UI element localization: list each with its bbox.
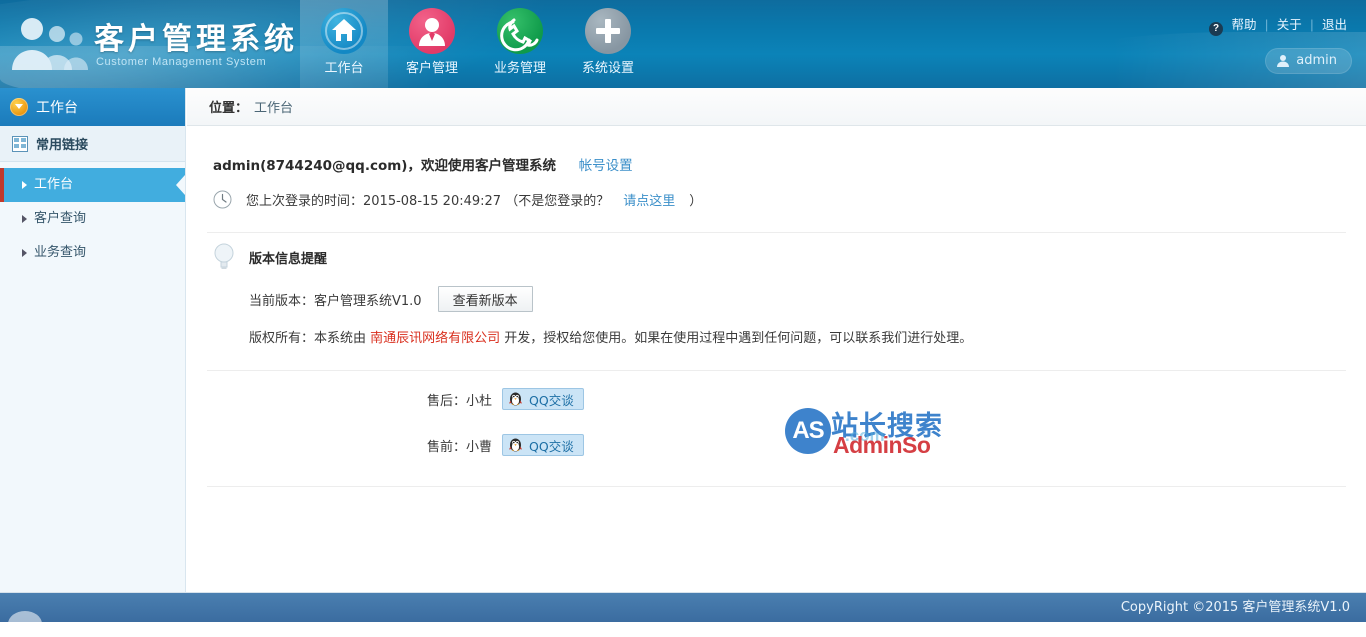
- qq-penguin-icon: [509, 438, 523, 452]
- nav-item-settings[interactable]: 系统设置: [564, 0, 652, 88]
- help-link[interactable]: 帮助: [1227, 17, 1262, 32]
- main-nav: 工作台 客户管理 业务管理 系统设置: [300, 0, 652, 88]
- logout-link[interactable]: 退出: [1317, 17, 1352, 32]
- support-label: 售后：小杜: [427, 393, 493, 409]
- watermark-domain: .com: [845, 426, 885, 445]
- version-heading: 版本信息提醒: [249, 252, 328, 267]
- check-new-version-button[interactable]: 查看新版本: [437, 286, 533, 312]
- welcome-row: admin(8744240@qq.com)，欢迎使用客户管理系统 帐号设置: [213, 154, 633, 174]
- app-subtitle: Customer Management System: [96, 56, 267, 68]
- qq-chat-button[interactable]: QQ交谈: [502, 388, 584, 410]
- sidebar-item-business-query[interactable]: 业务查询: [0, 236, 185, 270]
- people-logo-icon: [12, 18, 88, 70]
- watermark-logo: AS: [785, 408, 831, 454]
- clock-icon: [213, 190, 232, 209]
- link-separator: |: [1310, 18, 1314, 32]
- user-name: admin: [1296, 53, 1337, 68]
- sidebar-item-label: 业务查询: [34, 245, 87, 260]
- main-content: admin(8744240@qq.com)，欢迎使用客户管理系统 帐号设置 您上…: [187, 126, 1366, 592]
- sidebar-item-workbench[interactable]: 工作台: [0, 168, 185, 202]
- breadcrumb-current: 工作台: [254, 101, 294, 116]
- sidebar-item-label: 客户查询: [34, 211, 87, 226]
- about-link[interactable]: 关于: [1272, 17, 1307, 32]
- phone-icon: [497, 8, 543, 54]
- sidebar-item-label: 工作台: [34, 177, 74, 192]
- home-icon: [321, 8, 367, 54]
- qq-chat-button[interactable]: QQ交谈: [502, 434, 584, 456]
- header-links: ? 帮助 | 关于 | 退出: [1209, 14, 1352, 36]
- lightbulb-icon: [214, 243, 234, 269]
- sidebar-header[interactable]: 工作台: [0, 88, 185, 126]
- sidebar-header-label: 工作台: [36, 100, 78, 116]
- version-block: 版本信息提醒 当前版本：客户管理系统V1.0 查看新版本 版权所有：本系统由 南…: [213, 243, 972, 346]
- app-logo: 客户管理系统 Customer Management System: [8, 6, 298, 82]
- watermark: AS 站长搜索 .com AdminSo: [785, 404, 955, 460]
- not-you-link[interactable]: 请点这里: [623, 190, 675, 209]
- version-line: 当前版本：客户管理系统V1.0 查看新版本: [249, 286, 972, 312]
- chevron-down-icon: [10, 98, 28, 116]
- last-login-text: 您上次登录的时间：2015-08-15 20:49:27 （不是您登录的？: [246, 194, 610, 209]
- copyright-post: 开发，授权给您使用。如果在使用过程中遇到任何问题，可以联系我们进行处理。: [500, 331, 973, 346]
- account-settings-link[interactable]: 帐号设置: [579, 158, 633, 174]
- version-heading-row: 版本信息提醒: [213, 243, 972, 272]
- divider: [207, 370, 1346, 371]
- chevron-right-icon: [22, 215, 27, 223]
- company-name[interactable]: 南通辰讯网络有限公司: [370, 331, 500, 346]
- sidebar: 工作台 常用链接 工作台 客户查询 业务查询: [0, 88, 186, 592]
- question-mark-icon: ?: [1209, 22, 1224, 36]
- footer-copyright: CopyRight ©2015 客户管理系统V1.0: [1120, 600, 1350, 615]
- last-login-tail: ）: [689, 194, 703, 209]
- grid-icon: [12, 135, 28, 152]
- divider: [207, 232, 1346, 233]
- sidebar-menu: 工作台 客户查询 业务查询: [0, 162, 185, 270]
- divider: [207, 486, 1346, 487]
- watermark-en-text: AdminSo: [833, 432, 931, 458]
- user-badge[interactable]: admin: [1265, 48, 1352, 74]
- nav-item-business[interactable]: 业务管理: [476, 0, 564, 88]
- qq-chat-label: QQ交谈: [529, 438, 574, 454]
- sidebar-section-label: 常用链接: [36, 138, 89, 153]
- watermark-cn-text: 站长搜索: [831, 411, 943, 442]
- qq-penguin-icon: [509, 392, 523, 406]
- user-icon: [409, 8, 455, 54]
- nav-label: 客户管理: [405, 61, 458, 76]
- version-current: 当前版本：客户管理系统V1.0: [249, 293, 422, 309]
- last-login-row: 您上次登录的时间：2015-08-15 20:49:27 （不是您登录的？ 请点…: [213, 190, 702, 209]
- qq-chat-label: QQ交谈: [529, 392, 574, 408]
- nav-item-workbench[interactable]: 工作台: [300, 0, 388, 88]
- footer: CopyRight ©2015 客户管理系统V1.0: [0, 592, 1366, 637]
- nav-label: 业务管理: [493, 61, 546, 76]
- nav-item-customer[interactable]: 客户管理: [388, 0, 476, 88]
- support-label: 售前：小曹: [427, 439, 493, 455]
- nav-label: 系统设置: [581, 61, 634, 76]
- app-title: 客户管理系统: [94, 22, 298, 57]
- support-row-after-sales: 售后：小杜 QQ交谈: [427, 388, 584, 410]
- welcome-text: admin(8744240@qq.com)，欢迎使用客户管理系统: [213, 158, 556, 174]
- plus-icon: [585, 8, 631, 54]
- copyright-notice: 版权所有：本系统由 南通辰讯网络有限公司 开发，授权给您使用。如果在使用过程中遇…: [249, 327, 972, 346]
- breadcrumb-prefix: 位置：: [209, 101, 249, 116]
- person-icon: [1277, 55, 1290, 67]
- link-separator: |: [1265, 18, 1269, 32]
- chevron-right-icon: [22, 249, 27, 257]
- footer-decoration: [8, 611, 42, 637]
- copyright-pre: 版权所有：本系统由: [249, 331, 371, 346]
- chevron-right-icon: [22, 181, 27, 189]
- breadcrumb: 位置： 工作台: [187, 88, 1366, 126]
- nav-label: 工作台: [324, 61, 364, 76]
- support-row-pre-sales: 售前：小曹 QQ交谈: [427, 434, 584, 456]
- app-header: 客户管理系统 Customer Management System 工作台 客户…: [0, 0, 1366, 88]
- sidebar-item-customer-query[interactable]: 客户查询: [0, 202, 185, 236]
- sidebar-section-common-links: 常用链接: [0, 126, 185, 162]
